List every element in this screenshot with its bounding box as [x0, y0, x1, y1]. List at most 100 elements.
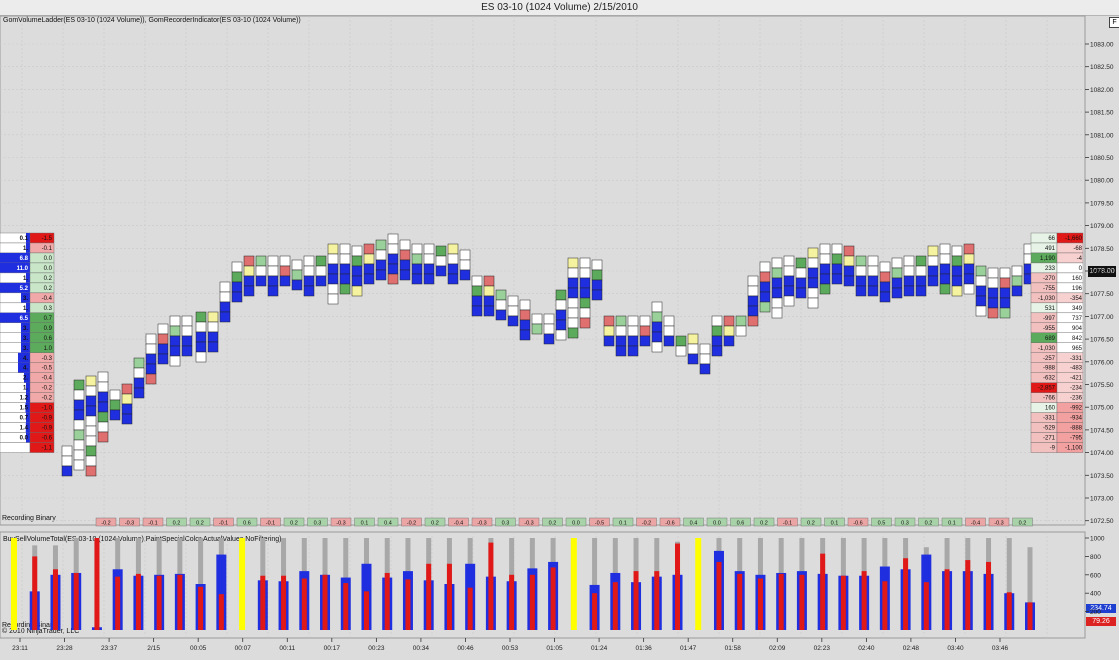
- footprint-cell: [951, 255, 963, 267]
- footprint-cell: [843, 255, 855, 267]
- left-ladder-delta: -1.1: [42, 446, 53, 452]
- left-ladder-row: 4. -0.3: [0, 352, 55, 363]
- right-ladder-cumulative: -483: [1070, 366, 1083, 372]
- right-ladder-row: -9 -1,100: [1030, 442, 1084, 453]
- footprint-cell: [61, 455, 73, 467]
- footprint-cell: [807, 277, 819, 289]
- time-tick-label: 01:24: [591, 645, 608, 652]
- footprint-cell: [831, 273, 843, 285]
- footprint-cell: [915, 265, 927, 277]
- sell-volume-bar: [1027, 602, 1033, 630]
- left-ladder-delta: -0.9: [42, 426, 53, 432]
- footprint-cell: [951, 265, 963, 277]
- right-ladder-cumulative: -236: [1070, 396, 1083, 402]
- footprint-cell: [231, 261, 243, 273]
- delta-cell: -0.2: [401, 517, 422, 527]
- left-ladder-row: 11.0 0.0: [0, 262, 55, 274]
- volume-bar-group: [195, 538, 206, 630]
- footprint-cell: [195, 331, 207, 343]
- footprint-cell: [411, 273, 423, 285]
- right-ladder-cumulative: 160: [1072, 276, 1083, 282]
- footprint-cell: [939, 283, 951, 295]
- left-ladder-volume: 3.: [23, 336, 28, 342]
- delta-cell-value: 0.1: [619, 521, 627, 527]
- volume-bar-group: [485, 538, 496, 630]
- price-tick-label: 1078.50: [1090, 246, 1114, 253]
- right-ladder-cumulative: -1,660: [1065, 236, 1083, 242]
- left-ladder-delta: 0.2: [44, 276, 53, 282]
- sell-volume-bar: [363, 591, 369, 630]
- price-tick-label: 1076.50: [1090, 337, 1114, 344]
- footprint-cell: [783, 265, 795, 277]
- footprint-cell: [375, 249, 387, 261]
- footprint-cell: [555, 329, 567, 341]
- footprint-cell: [615, 325, 627, 337]
- right-ladder-cumulative: -234: [1070, 386, 1083, 392]
- left-ladder-volume: 0.1: [20, 236, 29, 242]
- chart-canvas[interactable]: 0.1 -1.5 1. -0.1 6.8 0.0 11.0 0.0 1. 0.2 5.2 0.2 3. -…: [0, 0, 1119, 660]
- footprint-cell: [603, 335, 615, 347]
- footprint-cell: [807, 247, 819, 259]
- sell-volume-bar: [550, 567, 556, 630]
- time-axis[interactable]: 23:11 23:28 23:37 2/15 00:05 00:07 00:11 00:17 0…: [12, 638, 1009, 652]
- delta-cell-value: 0.2: [760, 521, 768, 527]
- right-ladder-cumulative: 842: [1072, 336, 1083, 342]
- volume-bar-group: [942, 538, 953, 630]
- footprint-cell: [267, 285, 279, 297]
- price-tick-label: 1073.50: [1090, 473, 1114, 480]
- delta-cell-value: 0.6: [737, 521, 745, 527]
- footprint-cell: [927, 255, 939, 267]
- footprint-cell: [145, 373, 157, 385]
- time-tick-label: 00:34: [413, 645, 430, 652]
- footprint-cell: [975, 305, 987, 317]
- right-ladder-cumulative: -1,100: [1065, 446, 1083, 452]
- left-ladder-delta: 0.2: [44, 286, 53, 292]
- time-tick-label: 00:53: [502, 645, 519, 652]
- footprint-cell: [783, 275, 795, 287]
- right-ladder-delta: 233: [1045, 266, 1056, 272]
- price-tick-label: 1076.00: [1090, 359, 1114, 366]
- left-ladder-row: 3. 1.0: [0, 342, 55, 353]
- footprint-cell: [579, 287, 591, 299]
- right-ladder-cumulative: -4: [1077, 256, 1083, 262]
- footprint-cell: [867, 275, 879, 287]
- volume-bar-group: [239, 538, 246, 630]
- time-tick-label: 00:17: [324, 645, 341, 652]
- footprint-cell: [85, 415, 97, 427]
- volume-axis[interactable]: 1000 800 600 400 200: [1085, 536, 1105, 617]
- left-ladder-delta: -0.2: [42, 396, 53, 402]
- footprint-cell: [363, 253, 375, 265]
- footprint-cell: [351, 275, 363, 287]
- price-tick-label: 1072.50: [1090, 518, 1114, 525]
- delta-cell-value: -0.4: [454, 521, 463, 527]
- left-ladder-delta: -0.9: [42, 416, 53, 422]
- footprint-cell: [73, 449, 85, 461]
- delta-cell-value: -0.1: [148, 521, 157, 527]
- footprint-cell: [951, 285, 963, 297]
- delta-cell: -0.3: [988, 517, 1010, 527]
- footprint-cell: [711, 335, 723, 347]
- volume-bar-group: [154, 538, 165, 630]
- sell-volume-bar: [115, 576, 121, 630]
- footprint-cell: [1011, 275, 1023, 287]
- sell-volume-bar: [737, 573, 743, 630]
- volume-bar-group: [361, 538, 372, 630]
- special-volume-bar: [239, 538, 246, 630]
- right-ladder-delta: -331: [1043, 416, 1056, 422]
- footprint-cell: [85, 465, 97, 477]
- footprint-cell: [579, 257, 591, 269]
- price-tick-label: 1075.50: [1090, 382, 1114, 389]
- footprint-cell: [157, 323, 169, 335]
- right-ladder-cumulative: 965: [1072, 346, 1083, 352]
- price-tick-label: 1075.00: [1090, 405, 1114, 412]
- footprint-cell: [663, 325, 675, 337]
- price-axis[interactable]: 1083.00 1082.50 1082.00 1081.50 1081.00 1080.…: [1085, 42, 1114, 526]
- footprint-cell: [651, 301, 663, 313]
- footprint-cell: [219, 291, 231, 303]
- right-ladder-delta: -2,857: [1038, 386, 1056, 392]
- footprint-cell: [927, 245, 939, 257]
- delta-cell: 0.1: [354, 517, 375, 527]
- footprint-cell: [579, 307, 591, 319]
- footprint-cell: [651, 321, 663, 333]
- footprint-cell: [339, 263, 351, 275]
